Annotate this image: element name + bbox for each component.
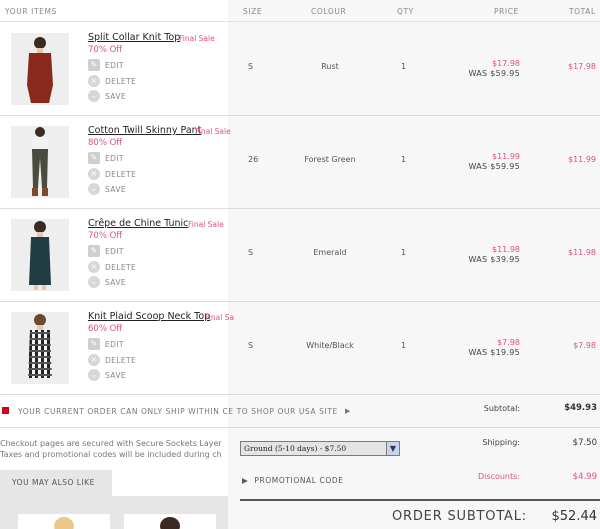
delete-button[interactable]: × DELETE (88, 261, 136, 273)
subtotal-value: $49.93 (564, 403, 597, 413)
final-sale-badge: Final Sale (179, 34, 215, 43)
close-icon: × (88, 354, 100, 366)
item-total: $11.99 (568, 155, 596, 164)
item-qty: 1 (401, 62, 407, 71)
close-icon: × (88, 168, 100, 180)
item-size: S (248, 341, 254, 350)
item-total: $17.98 (568, 62, 596, 71)
close-icon: × (88, 75, 100, 87)
recommended-product-image[interactable] (18, 514, 110, 529)
item-price: $17.98 (492, 59, 520, 68)
chevron-down-icon: ⌄ (88, 90, 100, 102)
item-colour: White/Black (306, 341, 354, 350)
item-qty: 1 (401, 155, 407, 164)
product-image[interactable] (11, 126, 69, 198)
recommended-product-image[interactable] (124, 514, 216, 529)
chevron-down-icon: ⌄ (88, 369, 100, 381)
save-button[interactable]: ⌄ SAVE (88, 90, 126, 102)
edit-button[interactable]: ✎ EDIT (88, 152, 124, 164)
product-name-link[interactable]: Crêpe de Chine Tunic (88, 218, 188, 229)
col-size: SIZE (243, 7, 263, 16)
item-size: S (248, 248, 254, 257)
item-qty: 1 (401, 341, 407, 350)
product-image[interactable] (11, 312, 69, 384)
discount-text: 80% Off (88, 138, 123, 148)
you-may-also-like-tab: YOU MAY ALSO LIKE (0, 470, 112, 496)
secure-notice: Checkout pages are secured with Secure S… (0, 439, 222, 459)
edit-icon: ✎ (88, 245, 100, 257)
cart-row: Crêpe de Chine Tunic Final Sale 70% Off … (0, 209, 600, 302)
shipping-method-select[interactable]: Ground (5-10 days) - $7.50 ▼ (240, 441, 400, 456)
recommendations (0, 496, 228, 529)
item-was-price: WAS $39.95 (468, 255, 520, 264)
product-name-link[interactable]: Knit Plaid Scoop Neck Top (88, 311, 210, 322)
shipping-value: $7.50 (572, 438, 597, 448)
item-size: S (248, 62, 254, 71)
item-colour: Emerald (313, 248, 347, 257)
item-was-price: WAS $59.95 (468, 162, 520, 171)
shipping-label: Shipping: (482, 438, 520, 447)
save-button[interactable]: ⌄ SAVE (88, 276, 126, 288)
item-qty: 1 (401, 248, 407, 257)
promo-code-toggle[interactable]: ▶ PROMOTIONAL CODE (242, 476, 344, 485)
delete-button[interactable]: × DELETE (88, 168, 136, 180)
edit-icon: ✎ (88, 152, 100, 164)
delete-button[interactable]: × DELETE (88, 354, 136, 366)
final-sale-badge: Final Sa (205, 313, 235, 322)
chevron-down-icon: ⌄ (88, 183, 100, 195)
edit-icon: ✎ (88, 59, 100, 71)
cart-row: Split Collar Knit Top Final Sale 70% Off… (0, 23, 600, 116)
save-button[interactable]: ⌄ SAVE (88, 369, 126, 381)
final-sale-badge: Final Sale (195, 127, 231, 136)
item-total: $11.98 (568, 248, 596, 257)
discount-text: 70% Off (88, 45, 123, 55)
edit-button[interactable]: ✎ EDIT (88, 59, 124, 71)
save-button[interactable]: ⌄ SAVE (88, 183, 126, 195)
discounts-value: $4.99 (572, 472, 597, 482)
chevron-down-icon: ⌄ (88, 276, 100, 288)
subtotal-label: Subtotal: (483, 404, 520, 413)
order-subtotal-value: $52.44 (551, 509, 598, 524)
close-icon: × (88, 261, 100, 273)
ship-restriction-bar: YOUR CURRENT ORDER CAN ONLY SHIP WITHIN … (0, 396, 600, 428)
edit-button[interactable]: ✎ EDIT (88, 245, 124, 257)
delete-button[interactable]: × DELETE (88, 75, 136, 87)
cart-header: YOUR ITEMS SIZE COLOUR QTY PRICE TOTAL (0, 0, 600, 22)
divider (240, 499, 600, 501)
chevron-down-icon: ▼ (386, 442, 399, 455)
discount-text: 70% Off (88, 231, 123, 241)
item-total: $7.98 (573, 341, 596, 350)
item-price: $11.99 (492, 152, 520, 161)
order-subtotal-label: ORDER SUBTOTAL: (392, 509, 527, 524)
item-price: $11.98 (492, 245, 520, 254)
product-image[interactable] (11, 219, 69, 291)
item-was-price: WAS $59.95 (468, 69, 520, 78)
cart-row: Cotton Twill Skinny Pant Final Sale 80% … (0, 116, 600, 209)
discount-text: 60% Off (88, 324, 123, 334)
item-size: 26 (248, 155, 259, 164)
chevron-right-icon: ▶ (242, 476, 249, 485)
discounts-label: Discounts: (478, 472, 520, 481)
chevron-right-icon: ▶ (345, 407, 351, 415)
usa-site-link[interactable]: YOUR CURRENT ORDER CAN ONLY SHIP WITHIN … (18, 407, 338, 416)
col-price: PRICE (494, 7, 519, 16)
item-colour: Rust (321, 62, 339, 71)
item-colour: Forest Green (304, 155, 356, 164)
col-qty: QTY (397, 7, 414, 16)
item-was-price: WAS $19.95 (468, 348, 520, 357)
col-total: TOTAL (569, 7, 596, 16)
canada-flag-icon (2, 407, 9, 414)
product-name-link[interactable]: Cotton Twill Skinny Pant (88, 125, 201, 136)
col-items: YOUR ITEMS (5, 7, 57, 16)
cart-row: Knit Plaid Scoop Neck Top Final Sa 60% O… (0, 302, 600, 395)
product-image[interactable] (11, 33, 69, 105)
col-colour: COLOUR (311, 7, 347, 16)
item-price: $7.98 (497, 338, 520, 347)
final-sale-badge: Final Sale (188, 220, 224, 229)
product-name-link[interactable]: Split Collar Knit Top (88, 32, 180, 43)
edit-icon: ✎ (88, 338, 100, 350)
edit-button[interactable]: ✎ EDIT (88, 338, 124, 350)
